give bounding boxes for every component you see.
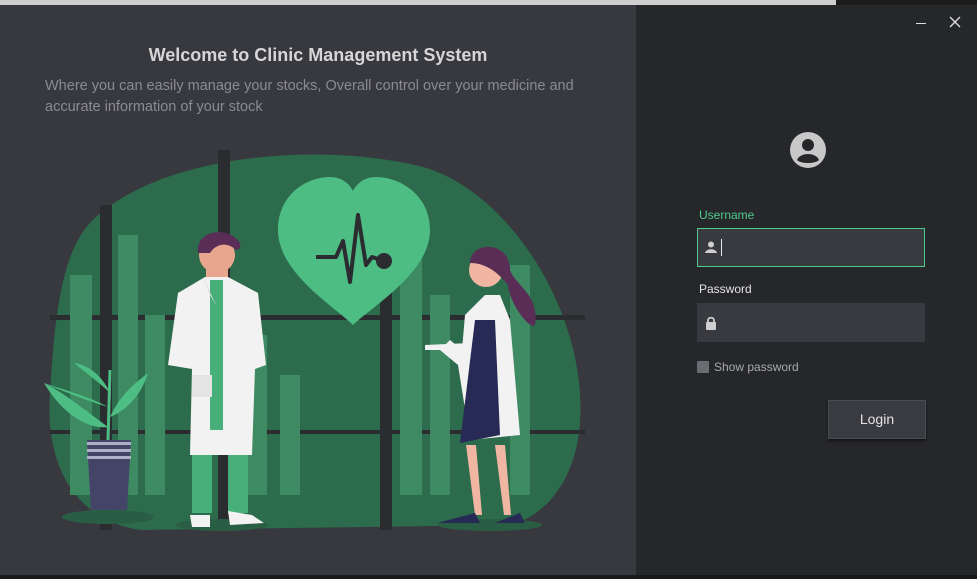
clinic-illustration [44, 150, 585, 531]
show-password-label: Show password [714, 360, 799, 374]
minimize-icon [916, 23, 926, 24]
password-field[interactable] [697, 303, 925, 342]
close-button[interactable] [943, 10, 967, 34]
lock-icon [706, 316, 716, 330]
close-icon [949, 16, 961, 28]
welcome-subtitle: Where you can easily manage your stocks,… [45, 78, 574, 115]
welcome-title: Welcome to Clinic Management System [148, 45, 488, 65]
login-panel [636, 5, 977, 575]
show-password-checkbox[interactable] [697, 361, 709, 373]
user-icon [705, 241, 717, 253]
user-circle-icon [790, 132, 826, 168]
username-field[interactable] [697, 228, 925, 267]
login-button[interactable]: Login [828, 400, 926, 439]
password-label: Password [699, 282, 752, 296]
text-caret [721, 239, 722, 256]
username-label: Username [699, 208, 755, 222]
minimize-button[interactable] [909, 10, 933, 34]
username-input[interactable] [724, 229, 914, 266]
bottom-border [0, 575, 977, 579]
password-input[interactable] [724, 304, 914, 341]
